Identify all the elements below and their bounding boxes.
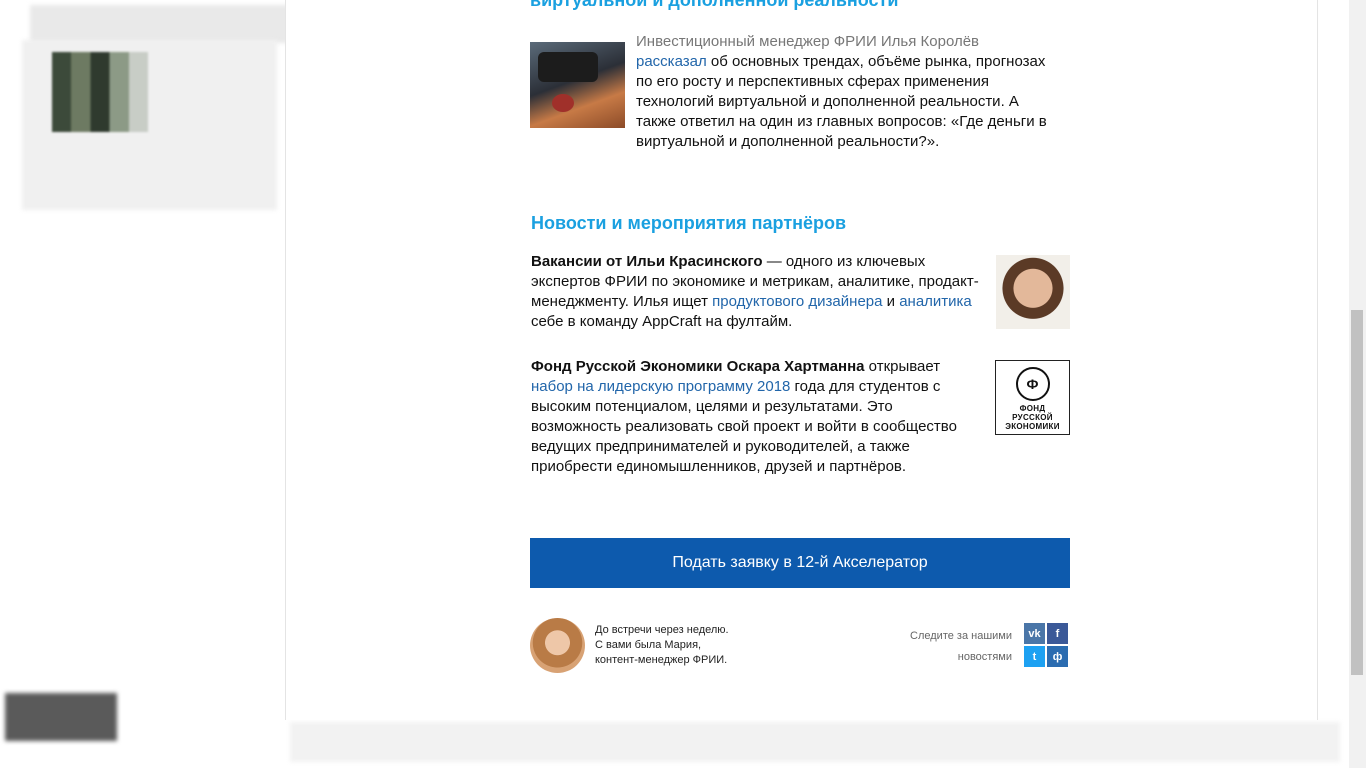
vk-icon[interactable]: vk xyxy=(1024,623,1045,644)
signature-line2: С вами была Мария, xyxy=(595,639,702,651)
fund-logo: Ф ФОНД РУССКОЙ ЭКОНОМИКИ xyxy=(995,360,1070,435)
apply-accelerator-button[interactable]: Подать заявку в 12-й Акселератор xyxy=(530,538,1070,588)
scrollbar-thumb[interactable] xyxy=(1351,310,1363,675)
signature-line3: контент-менеджер ФРИИ. xyxy=(595,654,728,666)
signature: До встречи через неделю. С вами была Мар… xyxy=(595,623,729,668)
vr-face-shape xyxy=(552,94,574,112)
vr-article-image[interactable] xyxy=(530,42,625,128)
signature-line1: До встречи через неделю. xyxy=(595,624,729,636)
vacancies-text-end: себе в команду AppCraft на фултайм. xyxy=(531,313,793,330)
follow-us-text: Следите за нашими новостями xyxy=(880,626,1012,668)
partners-heading: Новости и мероприятия партнёров xyxy=(531,213,847,233)
vr-headset-shape xyxy=(538,52,598,82)
maria-avatar xyxy=(530,618,585,673)
article-paragraph: Инвестиционный менеджер ФРИИ Илья Королё… xyxy=(636,32,1056,152)
sender-avatar-blurred xyxy=(52,52,148,132)
fund-logo-symbol: Ф xyxy=(1015,367,1050,401)
bottom-left-blurred xyxy=(5,693,117,741)
section-heading-cut: виртуальной и дополненной реальности xyxy=(530,0,899,10)
partner-item-vacancies: Вакансии от Ильи Красинского — одного из… xyxy=(531,252,986,332)
frii-icon[interactable]: ф xyxy=(1047,646,1068,667)
article-link-told[interactable]: рассказал xyxy=(636,53,707,70)
ilya-photo xyxy=(996,255,1070,329)
follow-line1: Следите за нашими xyxy=(910,630,1012,642)
facebook-icon[interactable]: f xyxy=(1047,623,1068,644)
fund-logo-line2: РУССКОЙ xyxy=(1012,413,1053,422)
follow-line2: новостями xyxy=(957,651,1012,663)
analyst-link[interactable]: аналитика xyxy=(899,293,972,310)
leadership-program-link[interactable]: набор на лидерскую программу 2018 xyxy=(531,378,790,395)
fund-title: Фонд Русской Экономики Оскара Хартманна xyxy=(531,358,865,375)
fund-logo-line3: ЭКОНОМИКИ xyxy=(1005,422,1060,431)
vacancies-text-and: и xyxy=(882,293,900,310)
article-faded-line: Инвестиционный менеджер ФРИИ Илья Королё… xyxy=(636,33,980,50)
vacancies-title: Вакансии от Ильи Красинского xyxy=(531,253,763,270)
partner-item-fund: Фонд Русской Экономики Оскара Хартманна … xyxy=(531,357,986,477)
fund-text: открывает xyxy=(864,358,941,375)
twitter-icon[interactable]: t xyxy=(1024,646,1045,667)
bottom-bar-blurred xyxy=(290,722,1340,762)
fund-logo-line1: ФОНД xyxy=(1019,404,1046,413)
designer-link[interactable]: продуктового дизайнера xyxy=(712,293,882,310)
